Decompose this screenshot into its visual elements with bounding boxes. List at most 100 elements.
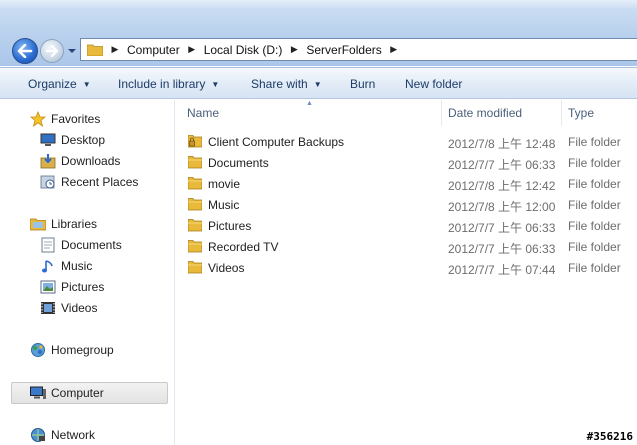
back-arrow-icon — [17, 44, 33, 58]
nav-item-computer[interactable]: Computer — [30, 383, 104, 403]
recent-places-icon — [40, 174, 56, 190]
nav-label-documents: Documents — [61, 238, 122, 252]
share-with-button[interactable]: Share with ▼ — [251, 77, 322, 91]
file-row[interactable]: Music 2012/7/8 上午 12:00 File folder — [176, 194, 637, 215]
recent-pages-dropdown-icon[interactable] — [67, 46, 77, 56]
nav-label-libraries: Libraries — [51, 217, 98, 231]
file-type: File folder — [568, 135, 621, 149]
column-header-type[interactable]: Type — [568, 106, 594, 120]
nav-label-recent-places: Recent Places — [61, 175, 139, 189]
nav-label-pictures: Pictures — [61, 280, 105, 294]
nav-item-favorites[interactable]: Favorites — [30, 109, 100, 129]
file-date: 2012/7/7 上午 07:44 — [448, 263, 556, 277]
nav-label-homegroup: Homegroup — [51, 343, 114, 357]
include-in-library-label: Include in library — [118, 77, 206, 91]
organize-button[interactable]: Organize ▼ — [28, 77, 91, 91]
homegroup-icon — [30, 342, 46, 358]
file-name: Videos — [208, 261, 245, 275]
chevron-down-icon: ▼ — [313, 80, 322, 89]
window-top-edge — [0, 0, 637, 8]
nav-label-favorites: Favorites — [51, 112, 101, 126]
nav-item-documents[interactable]: Documents — [40, 235, 122, 255]
folder-icon — [188, 177, 202, 190]
file-name: movie — [208, 177, 241, 191]
pictures-icon — [40, 279, 56, 295]
file-date: 2012/7/7 上午 06:33 — [448, 158, 556, 172]
nav-label-computer: Computer — [51, 386, 104, 400]
locked-folder-icon — [188, 135, 202, 148]
nav-item-music[interactable]: Music — [40, 256, 92, 276]
breadcrumb-separator-icon[interactable]: ▶ — [188, 44, 196, 55]
folder-icon — [188, 261, 202, 274]
folder-icon — [188, 198, 202, 211]
nav-item-libraries[interactable]: Libraries — [30, 214, 97, 234]
nav-label-videos: Videos — [61, 301, 98, 315]
file-date: 2012/7/8 上午 12:00 — [448, 200, 556, 214]
nav-item-desktop[interactable]: Desktop — [40, 130, 105, 150]
breadcrumb-serverfolders[interactable]: ServerFolders — [306, 43, 381, 57]
organize-label: Organize — [28, 77, 77, 91]
watermark: #356216 — [586, 430, 633, 443]
computer-icon — [30, 385, 46, 401]
nav-label-downloads: Downloads — [61, 154, 121, 168]
nav-label-network: Network — [51, 428, 96, 442]
nav-item-recent-places[interactable]: Recent Places — [40, 172, 138, 192]
file-name: Recorded TV — [208, 240, 279, 254]
file-type: File folder — [568, 261, 621, 275]
file-type: File folder — [568, 177, 621, 191]
breadcrumb-separator-icon[interactable]: ▶ — [390, 44, 398, 55]
file-row[interactable]: movie 2012/7/8 上午 12:42 File folder — [176, 173, 637, 194]
folder-icon — [188, 156, 202, 169]
command-bar: Organize ▼ Include in library ▼ Share with… — [0, 67, 637, 99]
downloads-icon — [40, 153, 56, 169]
file-name: Pictures — [208, 219, 252, 233]
file-name: Documents — [208, 156, 269, 170]
nav-label-music: Music — [61, 259, 93, 273]
column-header-date-modified[interactable]: Date modified — [448, 106, 522, 120]
nav-item-downloads[interactable]: Downloads — [40, 151, 120, 171]
include-in-library-button[interactable]: Include in library ▼ — [118, 77, 219, 91]
column-header-row: ▲ Name Date modified Type — [176, 100, 637, 126]
forward-button[interactable] — [40, 39, 64, 63]
videos-icon — [40, 300, 56, 316]
nav-item-homegroup[interactable]: Homegroup — [30, 340, 114, 360]
navigation-pane: Favorites Desktop Downloads Recent Place… — [0, 100, 175, 445]
file-date: 2012/7/8 上午 12:48 — [448, 137, 556, 151]
libraries-icon — [30, 216, 46, 232]
network-icon — [30, 427, 46, 443]
file-row[interactable]: Documents 2012/7/7 上午 06:33 File folder — [176, 152, 637, 173]
file-name: Music — [208, 198, 240, 212]
chevron-down-icon: ▼ — [82, 80, 91, 89]
breadcrumb-separator-icon[interactable]: ▶ — [111, 44, 119, 55]
column-divider[interactable] — [561, 100, 562, 126]
file-date: 2012/7/7 上午 06:33 — [448, 221, 556, 235]
forward-arrow-icon — [45, 45, 59, 57]
new-folder-button[interactable]: New folder — [405, 77, 462, 91]
file-date: 2012/7/7 上午 06:33 — [448, 242, 556, 256]
file-type: File folder — [568, 219, 621, 233]
documents-icon — [40, 237, 56, 253]
file-row[interactable]: Client Computer Backups 2012/7/8 上午 12:4… — [176, 131, 637, 152]
column-divider[interactable] — [441, 100, 442, 126]
nav-item-network[interactable]: Network — [30, 425, 95, 445]
file-row[interactable]: Videos 2012/7/7 上午 07:44 File folder — [176, 257, 637, 278]
nav-item-pictures[interactable]: Pictures — [40, 277, 104, 297]
back-button[interactable] — [12, 38, 38, 64]
nav-item-videos[interactable]: Videos — [40, 298, 97, 318]
share-with-label: Share with — [251, 77, 308, 91]
breadcrumb-computer[interactable]: Computer — [127, 43, 180, 57]
burn-button[interactable]: Burn — [350, 77, 375, 91]
file-row[interactable]: Recorded TV 2012/7/7 上午 06:33 File folde… — [176, 236, 637, 257]
star-icon — [30, 111, 46, 127]
column-header-name[interactable]: Name — [187, 106, 219, 120]
breadcrumb-separator-icon[interactable]: ▶ — [290, 44, 298, 55]
address-bar[interactable]: ▶ Computer ▶ Local Disk (D:) ▶ ServerFol… — [80, 38, 637, 61]
folder-icon — [188, 219, 202, 232]
breadcrumb-local-disk[interactable]: Local Disk (D:) — [204, 43, 283, 57]
music-icon — [40, 258, 56, 274]
desktop-icon — [40, 132, 56, 148]
file-type: File folder — [568, 198, 621, 212]
file-type: File folder — [568, 156, 621, 170]
sort-ascending-icon: ▲ — [306, 100, 313, 107]
file-row[interactable]: Pictures 2012/7/7 上午 06:33 File folder — [176, 215, 637, 236]
